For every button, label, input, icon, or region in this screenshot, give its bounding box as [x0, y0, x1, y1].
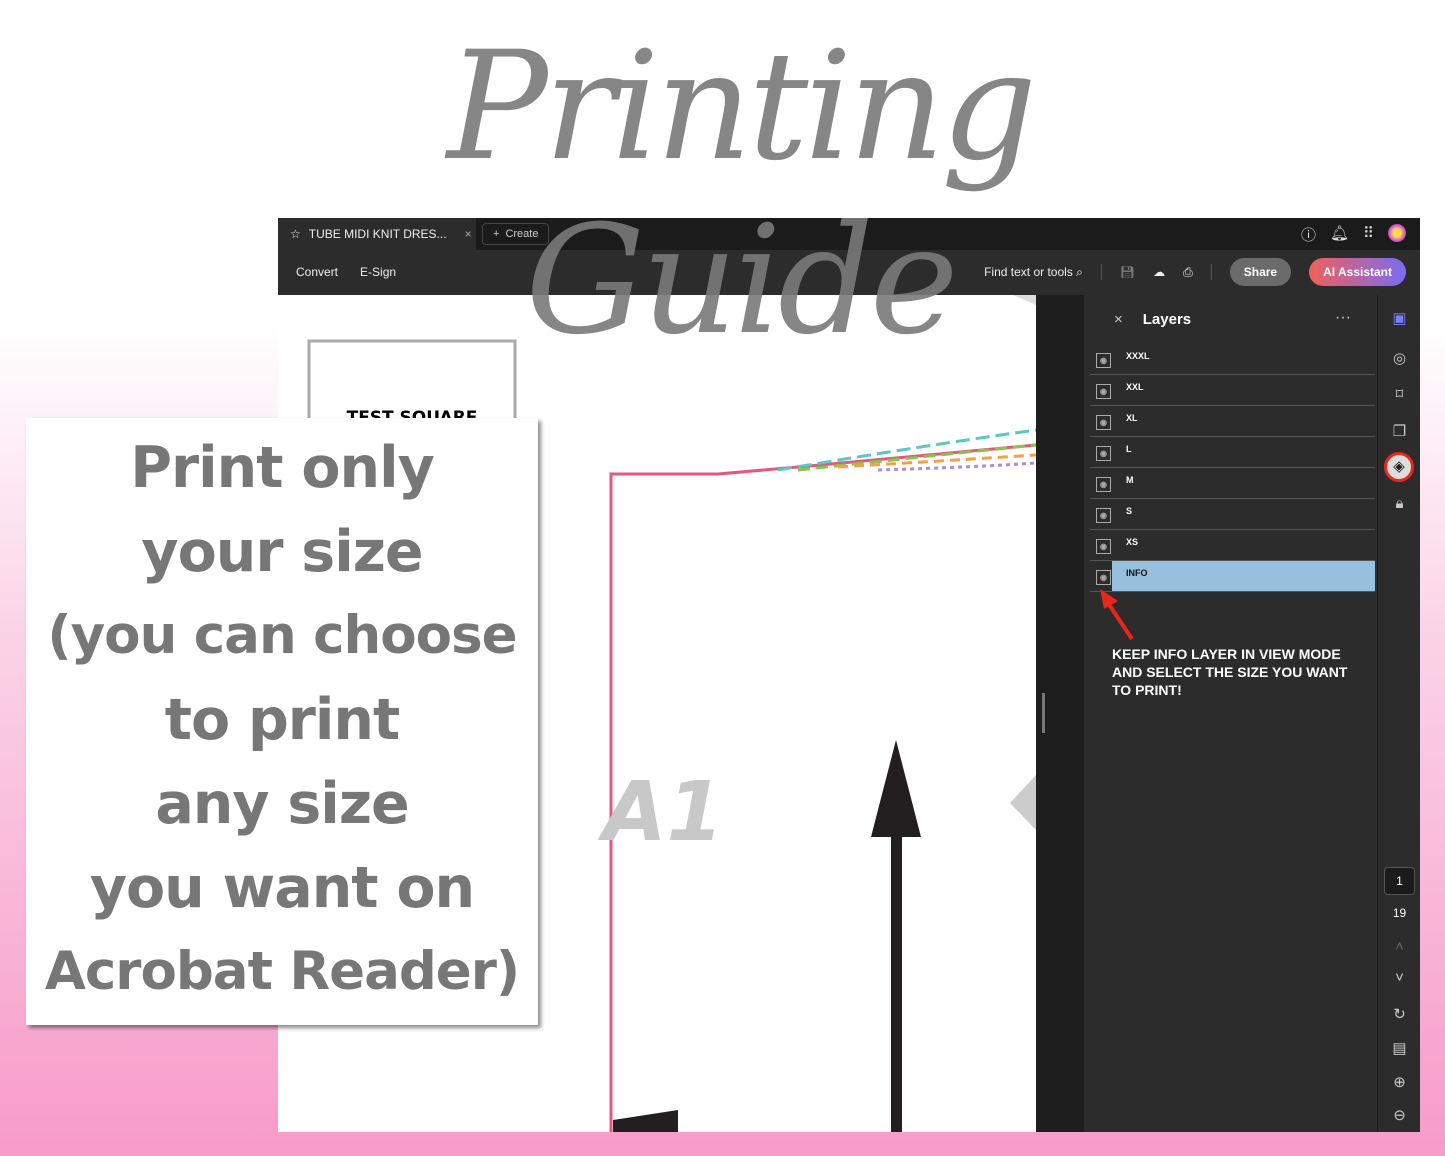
layer-name: XS [1126, 537, 1139, 547]
callout-line: Print only [130, 435, 435, 501]
callout-line: (you can choose [47, 605, 517, 666]
layers-icon[interactable]: ◈ [1384, 452, 1414, 482]
piece-label: A1 [597, 765, 724, 860]
layer-item[interactable]: ◉ XXL [1090, 375, 1375, 406]
apps-grid-icon[interactable]: ⠿ [1363, 224, 1374, 245]
layer-name: S [1126, 506, 1133, 516]
layer-name: L [1126, 444, 1132, 454]
right-rail: ▣ ◎ ⌑ ❐ ◈ 🔒︎ 1 19 ˄ ˅ ↻ ▤ ⊕ ⊖ [1377, 295, 1420, 1132]
lock-icon[interactable]: 🔒︎ [1378, 495, 1420, 512]
fit-page-icon[interactable]: ▤ [1378, 1039, 1420, 1057]
instruction-note: KEEP INFO LAYER IN VIEW MODE AND SELECT … [1112, 646, 1348, 698]
layer-item[interactable]: ◉ XS [1090, 530, 1375, 561]
ai-assistant-button[interactable]: AI Assistant [1309, 258, 1406, 286]
help-icon[interactable]: ⓘ [1301, 224, 1316, 245]
callout-line: Acrobat Reader) [44, 941, 520, 1002]
eye-icon[interactable]: ◉ [1096, 477, 1111, 492]
layer-item[interactable]: ◉ S [1090, 499, 1375, 530]
avatar[interactable] [1388, 224, 1406, 242]
zoom-in-icon[interactable]: ⊕ [1378, 1073, 1420, 1091]
layer-item[interactable]: ◉ XL [1090, 406, 1375, 437]
eye-icon[interactable]: ◉ [1096, 570, 1111, 585]
bookmarks-icon[interactable]: ⌑ [1378, 385, 1420, 403]
layer-name: INFO [1126, 568, 1148, 578]
grainline-arrow [871, 740, 921, 1132]
chevron-up-icon[interactable]: ˄ [1378, 938, 1420, 955]
instruction-callout: Print only your size (you can choose to … [26, 418, 538, 1025]
more-options-icon[interactable]: ··· [1335, 309, 1351, 327]
layer-name: M [1126, 475, 1134, 485]
share-button[interactable]: Share [1229, 258, 1292, 286]
callout-line: your size [141, 519, 423, 585]
eye-icon[interactable]: ◉ [1096, 446, 1111, 461]
layer-item[interactable]: ◉ L [1090, 437, 1375, 468]
eye-icon[interactable]: ◉ [1096, 539, 1111, 554]
eye-icon[interactable]: ◉ [1096, 415, 1111, 430]
bell-icon[interactable]: 🔔︎ [1330, 224, 1349, 245]
callout-line: any size [155, 771, 409, 837]
page-number-input[interactable]: 1 [1384, 867, 1415, 895]
eye-icon[interactable]: ◉ [1096, 384, 1111, 399]
printing-guide-title: Printing Guide [446, 20, 1037, 368]
chevron-down-icon[interactable]: ˅ [1378, 969, 1420, 986]
scroll-gutter [1036, 295, 1084, 1132]
callout-line: to print [164, 687, 401, 753]
layer-name: XXL [1126, 382, 1144, 392]
pages-icon[interactable]: ❐ [1378, 422, 1420, 440]
rotate-icon[interactable]: ↻ [1378, 1005, 1420, 1023]
red-arrow-annotation [1100, 589, 1134, 641]
layer-item[interactable]: ◉ M [1090, 468, 1375, 499]
zoom-out-icon[interactable]: ⊖ [1378, 1106, 1420, 1124]
comments-icon[interactable]: ◎ [1378, 349, 1420, 367]
layer-name: XL [1126, 413, 1138, 423]
scrollbar[interactable] [1042, 693, 1045, 733]
ai-edit-icon[interactable]: ▣ [1378, 309, 1420, 327]
callout-line: you want on [89, 855, 475, 921]
layers-panel: × Layers ··· ◉ XXXL ◉ XXL ◉ XL ◉ L ◉ M ◉ S ◉ XS … [1084, 295, 1377, 1132]
eye-icon[interactable]: ◉ [1096, 508, 1111, 523]
page-total: 19 [1392, 906, 1407, 920]
